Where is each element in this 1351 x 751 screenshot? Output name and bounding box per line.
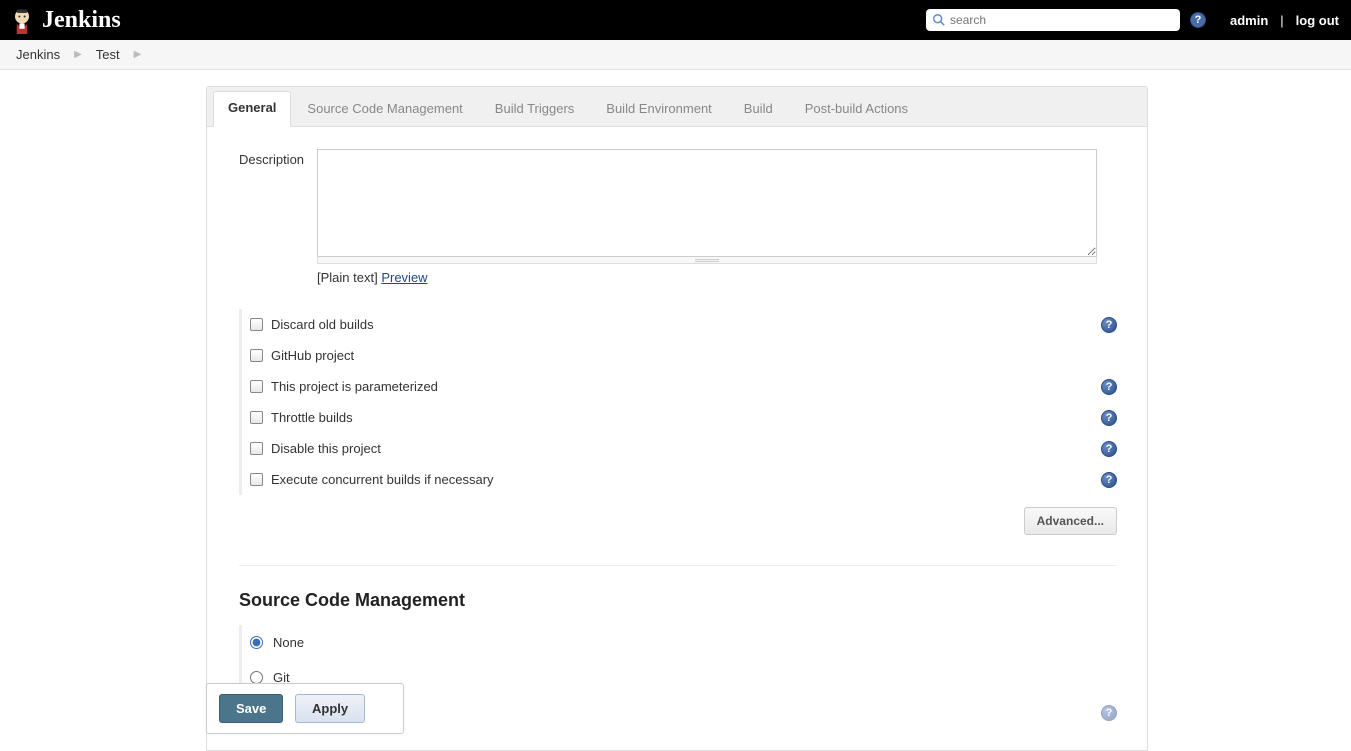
scm-none-label: None: [273, 635, 304, 650]
disable-project-label: Disable this project: [271, 441, 381, 456]
discard-old-builds-label: Discard old builds: [271, 317, 374, 332]
plain-text-label: [Plain text]: [317, 270, 378, 285]
chevron-right-icon: ▶: [134, 49, 142, 60]
floating-action-bar: Save Apply: [206, 683, 404, 734]
description-label: Description: [239, 149, 301, 167]
concurrent-builds-label: Execute concurrent builds if necessary: [271, 472, 494, 487]
help-icon[interactable]: ?: [1101, 441, 1117, 457]
header-help-icon[interactable]: ?: [1190, 12, 1206, 28]
help-icon[interactable]: ?: [1101, 410, 1117, 426]
tabs-row: General Source Code Management Build Tri…: [207, 87, 1147, 127]
parameterized-checkbox[interactable]: [250, 380, 263, 393]
logo-area[interactable]: Jenkins: [8, 6, 121, 34]
concurrent-builds-checkbox[interactable]: [250, 473, 263, 486]
help-icon[interactable]: ?: [1101, 379, 1117, 395]
parameterized-label: This project is parameterized: [271, 379, 438, 394]
general-options: Discard old builds ? GitHub project This…: [239, 309, 1117, 495]
description-input[interactable]: [317, 149, 1097, 257]
advanced-button[interactable]: Advanced...: [1024, 507, 1117, 535]
apply-button[interactable]: Apply: [295, 694, 365, 723]
header-separator: |: [1280, 13, 1283, 28]
scm-heading: Source Code Management: [239, 565, 1117, 611]
help-icon[interactable]: ?: [1101, 317, 1117, 333]
logout-link[interactable]: log out: [1296, 13, 1339, 28]
throttle-builds-label: Throttle builds: [271, 410, 353, 425]
disable-project-checkbox[interactable]: [250, 442, 263, 455]
tab-build-triggers[interactable]: Build Triggers: [479, 91, 590, 126]
top-header: Jenkins ? admin | log out: [0, 0, 1351, 40]
discard-old-builds-checkbox[interactable]: [250, 318, 263, 331]
help-icon[interactable]: ?: [1101, 705, 1117, 721]
search-box[interactable]: [926, 9, 1180, 31]
scm-none-radio[interactable]: [250, 636, 263, 649]
breadcrumb-item-test[interactable]: Test: [96, 47, 120, 62]
brand-name: Jenkins: [42, 7, 121, 34]
tab-build[interactable]: Build: [728, 91, 789, 126]
preview-link[interactable]: Preview: [381, 270, 427, 285]
tab-build-environment[interactable]: Build Environment: [590, 91, 728, 126]
config-panel: General Source Code Management Build Tri…: [206, 86, 1148, 751]
jenkins-logo-icon: [8, 6, 36, 34]
tab-post-build[interactable]: Post-build Actions: [789, 91, 924, 126]
github-project-label: GitHub project: [271, 348, 354, 363]
save-button[interactable]: Save: [219, 694, 283, 723]
textarea-resize-handle[interactable]: [317, 257, 1097, 264]
tab-general[interactable]: General: [213, 91, 291, 127]
help-icon[interactable]: ?: [1101, 472, 1117, 488]
header-user-link[interactable]: admin: [1230, 13, 1268, 28]
search-icon: [932, 13, 946, 27]
breadcrumb: Jenkins ▶ Test ▶: [0, 40, 1351, 70]
github-project-checkbox[interactable]: [250, 349, 263, 362]
search-input[interactable]: [950, 13, 1174, 27]
breadcrumb-item-jenkins[interactable]: Jenkins: [16, 47, 60, 62]
chevron-right-icon: ▶: [74, 49, 82, 60]
tab-scm[interactable]: Source Code Management: [291, 91, 478, 126]
throttle-builds-checkbox[interactable]: [250, 411, 263, 424]
